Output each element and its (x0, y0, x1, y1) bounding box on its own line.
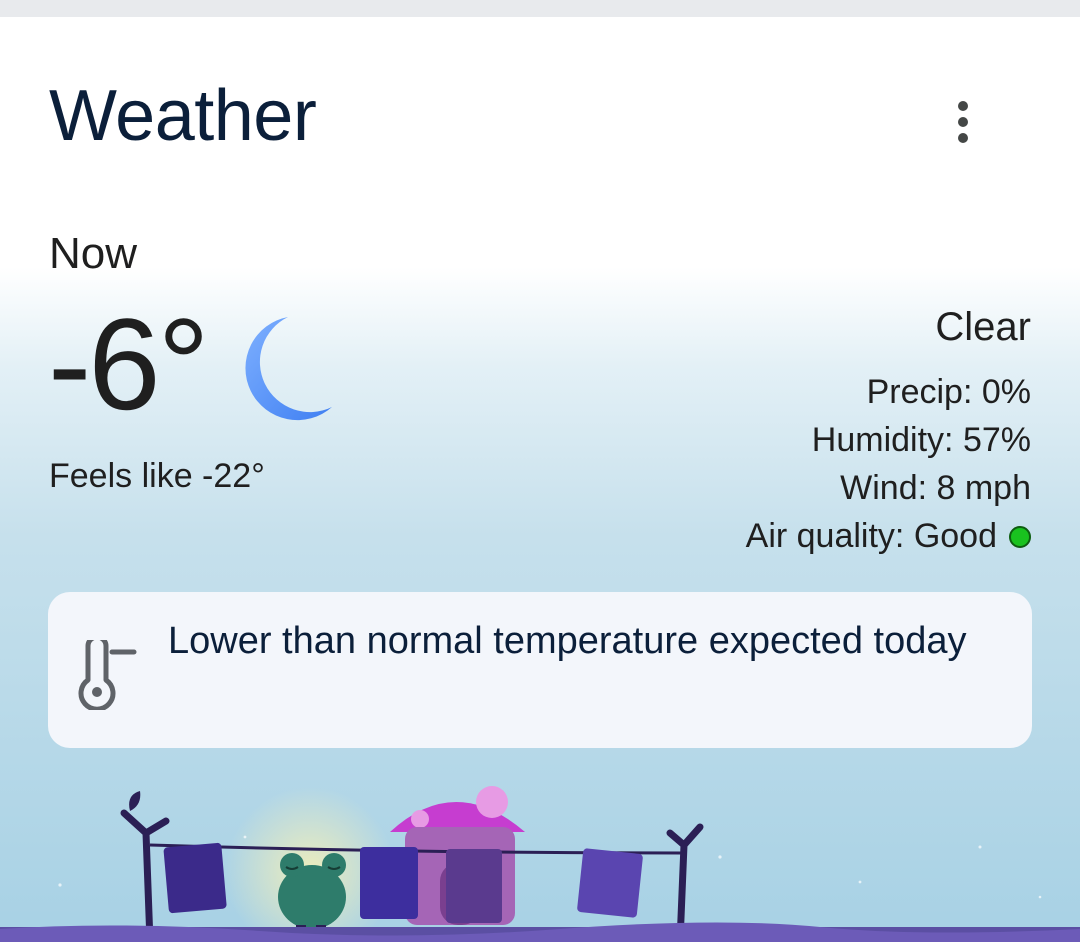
more-dot (958, 101, 968, 111)
alert-text: Lower than normal temperature expected t… (168, 620, 967, 662)
weather-card[interactable]: Weather Now -6° Feels like -22° Clear Pr… (0, 17, 1080, 942)
air-quality-stat[interactable]: Air quality: Good (746, 517, 1031, 556)
current-temperature: -6° (48, 291, 210, 437)
more-options-button[interactable] (936, 95, 990, 149)
wind-stat: Wind: 8 mph (840, 469, 1031, 507)
status-strip (0, 0, 1080, 17)
more-dot (958, 133, 968, 143)
humidity-stat: Humidity: 57% (811, 421, 1031, 459)
condition-text: Clear (935, 305, 1031, 349)
now-label: Now (49, 229, 138, 278)
temperature-alert[interactable]: Lower than normal temperature expected t… (48, 592, 1032, 748)
more-dot (958, 117, 968, 127)
page-title: Weather (49, 76, 317, 156)
air-quality-label: Air quality: Good (745, 517, 997, 555)
thermometer-low-icon (78, 640, 137, 710)
frog-laundry-illustration (0, 786, 1080, 942)
air-quality-indicator (1009, 525, 1031, 548)
precip-stat: Precip: 0% (866, 373, 1031, 411)
feels-like: Feels like -22° (49, 457, 265, 495)
crescent-moon-icon (245, 317, 332, 421)
